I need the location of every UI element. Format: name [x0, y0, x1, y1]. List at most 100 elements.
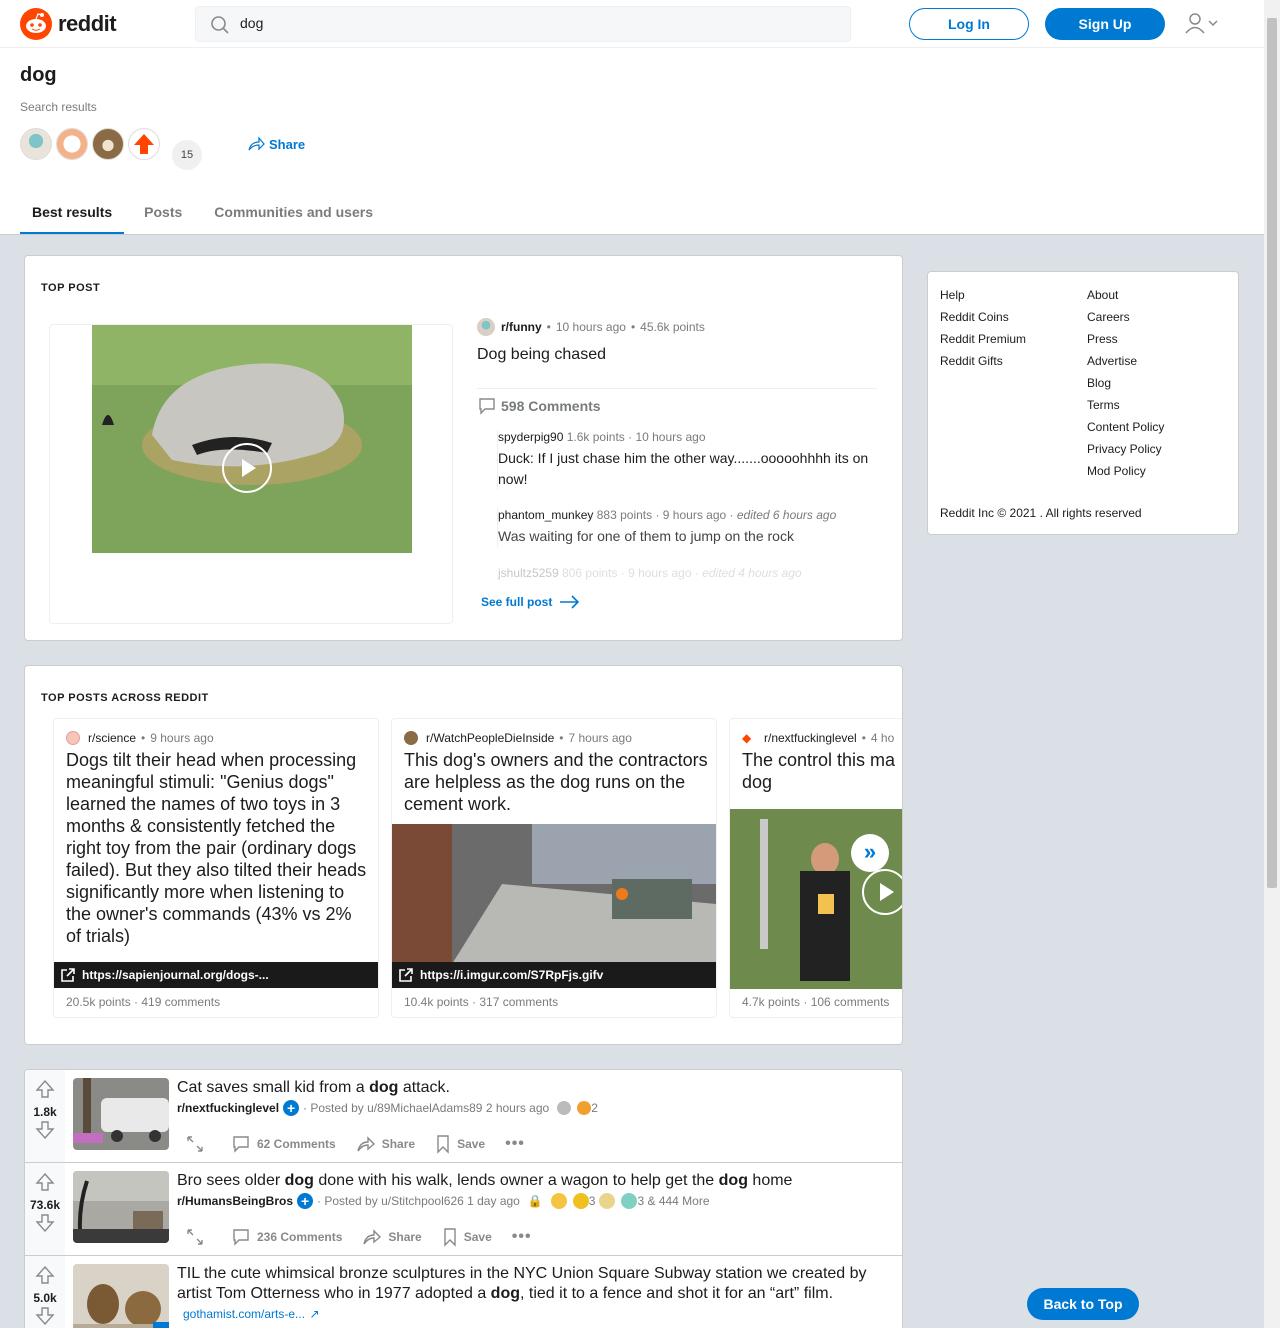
share-button[interactable]: Share [247, 136, 305, 152]
footer-link-advertise[interactable]: Advertise [1087, 352, 1164, 374]
post-thumbnail[interactable] [73, 1264, 169, 1328]
footer-link-coins[interactable]: Reddit Coins [940, 308, 1026, 330]
post-list: 1.8k Cat saves small kid from a dog atta… [24, 1069, 903, 1328]
card-title: This dog's owners and the contractors ar… [404, 750, 708, 814]
footer-link-content-policy[interactable]: Content Policy [1087, 418, 1164, 440]
join-icon[interactable]: + [297, 1193, 314, 1209]
post-time: 10 hours ago [555, 320, 626, 334]
card-link[interactable]: https://i.imgur.com/S7RpFjs.gifv [392, 962, 716, 988]
user-icon [1185, 13, 1205, 34]
reddit-logo[interactable]: reddit [20, 8, 117, 40]
downvote-icon[interactable] [34, 1305, 56, 1327]
trending-card[interactable]: r/WatchPeopleDieInside • 7 hours ago Thi… [391, 718, 717, 1018]
post-row[interactable]: 1.8k Cat saves small kid from a dog atta… [25, 1070, 902, 1163]
footer-link-premium[interactable]: Reddit Premium [940, 330, 1026, 352]
post-row[interactable]: 5.0k TIL the cute whimsical bronze sculp… [25, 1256, 902, 1328]
search-input[interactable] [240, 15, 800, 31]
comment-author[interactable]: phantom_munkey [498, 508, 593, 522]
comments-button[interactable]: 236 Comments [231, 1227, 342, 1247]
join-icon[interactable]: + [283, 1100, 300, 1116]
post-row[interactable]: 73.6k Bro sees older dog done with his w… [25, 1163, 902, 1256]
footer-link-gifts[interactable]: Reddit Gifts [940, 352, 1026, 374]
footer-link-about[interactable]: About [1087, 286, 1164, 308]
footer-link-help[interactable]: Help [940, 286, 1026, 308]
page-title: dog [20, 64, 57, 86]
top-bar: reddit Log In Sign Up [0, 0, 1264, 48]
trending-card[interactable]: r/science • 9 hours ago Dogs tilt their … [53, 718, 379, 1018]
post-title[interactable]: TIL the cute whimsical bronze sculptures… [177, 1264, 887, 1324]
avatar [20, 128, 52, 160]
share-button[interactable]: Share [362, 1228, 422, 1246]
card-image [392, 824, 716, 964]
post-thumbnail[interactable] [73, 1078, 169, 1150]
vote-score: 5.0k [33, 1291, 57, 1305]
external-link[interactable]: gothamist.com/arts-e... [183, 1307, 305, 1321]
external-link-icon [61, 968, 75, 982]
vote-column: 73.6k [25, 1163, 65, 1255]
video-thumbnail [92, 325, 412, 553]
avatar [56, 128, 88, 160]
bookmark-icon [437, 1135, 449, 1154]
post-title[interactable]: Bro sees older dog done with his walk, l… [177, 1171, 887, 1191]
external-link-icon [399, 968, 413, 982]
top-post-title[interactable]: Dog being chased [477, 346, 606, 364]
section-label: TOP POSTS ACROSS REDDIT [41, 692, 209, 704]
footer-link-careers[interactable]: Careers [1087, 308, 1164, 330]
scrollbar-thumb[interactable] [1267, 18, 1277, 888]
back-to-top-button[interactable]: Back to Top [1027, 1288, 1139, 1320]
search-bar[interactable] [195, 6, 851, 42]
upvote-icon[interactable] [34, 1078, 56, 1100]
play-icon[interactable] [862, 869, 902, 915]
subreddit-icon [66, 731, 80, 745]
subreddit-link[interactable]: r/funny [501, 320, 542, 334]
signup-button[interactable]: Sign Up [1045, 8, 1165, 40]
footer-link-press[interactable]: Press [1087, 330, 1164, 352]
top-posts-across-card: TOP POSTS ACROSS REDDIT r/science • 9 ho… [24, 665, 903, 1045]
comment: spyderpig90 1.6k points · 10 hours ago D… [497, 430, 877, 490]
login-button[interactable]: Log In [909, 8, 1029, 40]
expand-button[interactable] [185, 1134, 211, 1154]
footer-link-terms[interactable]: Terms [1087, 396, 1164, 418]
user-dropdown[interactable] [1184, 12, 1220, 34]
share-button[interactable]: Share [356, 1135, 415, 1153]
tab-posts[interactable]: Posts [132, 200, 194, 234]
trending-card[interactable]: ◆ r/nextfuckinglevel • 4 ho The control … [729, 718, 902, 1018]
post-thumbnail[interactable] [73, 1171, 169, 1243]
play-icon[interactable] [222, 443, 272, 493]
downvote-icon[interactable] [34, 1212, 56, 1234]
comment-author[interactable]: spyderpig90 [498, 430, 563, 444]
subreddit-link[interactable]: r/nextfuckinglevel [177, 1101, 279, 1115]
see-full-post-link[interactable]: See full post [481, 594, 582, 610]
card-link[interactable]: https://sapienjournal.org/dogs-... [54, 962, 378, 988]
subreddit-link[interactable]: r/HumansBeingBros [177, 1194, 293, 1208]
expand-button[interactable] [185, 1227, 211, 1247]
comment-icon [233, 1229, 249, 1246]
tab-best-results[interactable]: Best results [20, 200, 125, 234]
more-options-icon[interactable]: ••• [505, 1135, 525, 1153]
section-label: TOP POST [41, 282, 101, 294]
top-post-media[interactable] [49, 324, 453, 624]
footer-link-blog[interactable]: Blog [1087, 374, 1164, 396]
upvote-icon[interactable] [34, 1264, 56, 1286]
card-meta: r/science • 9 hours ago [66, 731, 214, 745]
post-title[interactable]: Cat saves small kid from a dog attack. [177, 1078, 887, 1098]
subreddit-icon [477, 318, 495, 336]
next-arrow-icon[interactable]: » [851, 834, 889, 872]
save-button[interactable]: Save [442, 1227, 492, 1247]
comment-author[interactable]: jshultz5259 [498, 566, 559, 580]
comments-link[interactable]: 598 Comments [477, 396, 601, 416]
footer-link-mod-policy[interactable]: Mod Policy [1087, 462, 1164, 484]
comments-button[interactable]: 62 Comments [231, 1134, 336, 1154]
more-options-icon[interactable]: ••• [512, 1228, 532, 1246]
save-button[interactable]: Save [435, 1134, 485, 1154]
search-icon [211, 16, 229, 34]
copyright: Reddit Inc © 2021 . All rights reserved [940, 506, 1142, 520]
vote-score: 1.8k [33, 1105, 57, 1119]
upvote-icon[interactable] [34, 1171, 56, 1193]
tab-communities-users[interactable]: Communities and users [202, 200, 385, 234]
downvote-icon[interactable] [34, 1119, 56, 1141]
scrollbar[interactable] [1264, 0, 1280, 1328]
footer-link-privacy-policy[interactable]: Privacy Policy [1087, 440, 1164, 462]
avatar [92, 128, 124, 160]
award-icon [550, 1193, 567, 1209]
